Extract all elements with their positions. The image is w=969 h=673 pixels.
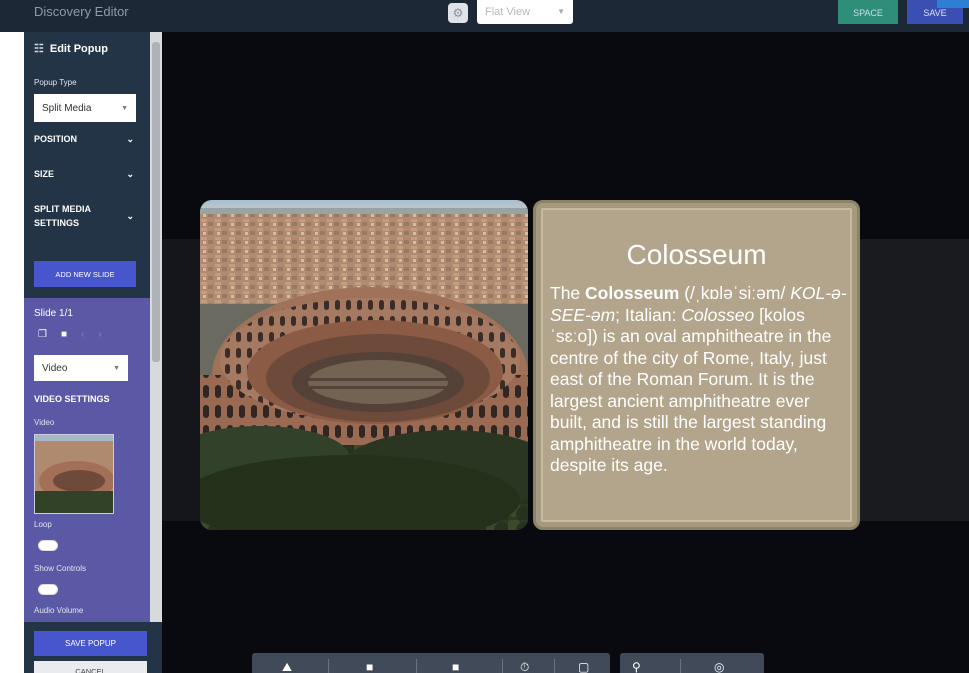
sidebar-heading: ☷ Edit Popup	[34, 42, 108, 56]
body-text-segment: [kolosˈsɛːo]) is an oval amphitheatre in…	[550, 304, 832, 476]
slide-counter: Slide 1/1	[34, 308, 73, 319]
slide-media-type-select[interactable]: Video ▼	[34, 355, 128, 381]
trash-icon[interactable]: ■	[61, 329, 67, 340]
backdrop-strip-left	[162, 239, 200, 521]
video-thumbnail-image	[35, 435, 113, 513]
section-split-media-label: SPLIT MEDIA SETTINGS	[34, 202, 91, 230]
space-button[interactable]: SPACE	[838, 0, 898, 24]
add-new-slide-button[interactable]: ADD NEW SLIDE	[34, 261, 136, 287]
video-thumbnail[interactable]	[34, 434, 114, 514]
square-media-icon[interactable]: ■	[366, 661, 373, 673]
save-popup-button[interactable]: SAVE POPUP	[34, 631, 147, 656]
chevron-down-icon: ⌄	[126, 169, 134, 179]
show-controls-label: Show Controls	[34, 564, 87, 573]
slide-media-type-value: Video	[42, 362, 68, 374]
scrollbar-thumb[interactable]	[152, 42, 160, 362]
section-position[interactable]: POSITION ⌄	[34, 132, 134, 146]
section-split-media-settings[interactable]: SPLIT MEDIA SETTINGS ⌄	[34, 202, 134, 230]
toolbar-divider	[554, 659, 555, 673]
chevron-down-icon: ⌄	[126, 134, 134, 144]
body-text-italian-name: Colosseo	[681, 304, 755, 325]
sidebar-title: Edit Popup	[49, 42, 108, 55]
corner-accent	[937, 0, 969, 8]
editor-canvas[interactable]: Colosseum The Colosseum (/ˌkɒləˈsiːəm/ K…	[162, 32, 969, 673]
popup-text-card[interactable]: Colosseum The Colosseum (/ˌkɒləˈsiːəm/ K…	[533, 200, 860, 530]
colosseum-video-frame	[200, 200, 528, 530]
chevron-left-icon[interactable]: ‹	[81, 329, 84, 340]
timer-icon[interactable]: ⏱	[520, 661, 529, 673]
popup-video-panel[interactable]	[200, 200, 528, 530]
edit-popup-sidebar: ☷ Edit Popup Popup Type Split Media ▼ PO…	[24, 32, 162, 673]
section-size-label: SIZE	[34, 169, 55, 179]
video-label: Video	[34, 418, 55, 427]
loop-toggle[interactable]	[38, 540, 58, 551]
copy-icon[interactable]: ❐	[38, 329, 47, 340]
section-split-media-line2: SETTINGS	[34, 218, 80, 228]
body-text-segment: ; Italian:	[615, 304, 682, 325]
chevron-down-icon: ▼	[557, 7, 565, 16]
toolbar-divider	[328, 659, 329, 673]
popup-type-value: Split Media	[42, 102, 92, 114]
settings-gear-icon[interactable]: ⚙	[448, 3, 468, 23]
slide-panel: Slide 1/1 ❐ ■ ‹ › Video ▼ VIDEO SETTINGS…	[24, 298, 150, 622]
hotspot-toolbar: ⚲ ◎	[620, 653, 764, 673]
app-title: Discovery Editor	[34, 4, 129, 19]
video-settings-heading: VIDEO SETTINGS	[34, 394, 110, 404]
cancel-button[interactable]: CANCEL	[34, 661, 147, 673]
top-bar: Discovery Editor ⚙ Flat View ▼ SPACE SAV…	[0, 0, 969, 32]
popup-body-text: The Colosseum (/ˌkɒləˈsiːəm/ KOL-ə-SEE-ə…	[550, 283, 850, 477]
body-text-bold-name: Colosseum	[585, 283, 680, 303]
square-text-icon[interactable]: ■	[452, 661, 459, 673]
popup-type-label: Popup Type	[34, 78, 77, 87]
body-text-segment: (/ˌkɒləˈsiːəm/	[679, 283, 791, 303]
sliders-icon: ☷	[34, 43, 44, 55]
toolbar-divider	[416, 659, 417, 673]
audio-volume-label: Audio Volume	[34, 606, 84, 615]
frame-icon[interactable]: ▢	[578, 661, 589, 673]
chevron-right-icon[interactable]: ›	[98, 329, 101, 340]
section-position-label: POSITION	[34, 134, 78, 144]
chevron-down-icon: ▼	[121, 104, 128, 112]
section-size[interactable]: SIZE ⌄	[34, 167, 134, 181]
slide-tools: ❐ ■ ‹ ›	[38, 329, 102, 340]
target-add-icon[interactable]: ◎	[714, 661, 724, 673]
popup-title: Colosseum	[626, 239, 767, 270]
sidebar-scrollbar[interactable]	[150, 32, 162, 622]
show-controls-toggle[interactable]	[38, 584, 58, 595]
backdrop-strip-right	[860, 239, 969, 521]
mountain-image-icon[interactable]: ⛰	[282, 661, 292, 673]
section-split-media-line1: SPLIT MEDIA	[34, 204, 92, 214]
loop-label: Loop	[34, 520, 52, 529]
toolbar-divider	[502, 659, 503, 673]
view-mode-value: Flat View	[485, 6, 531, 18]
content-toolbar: ⛰ ■ ■ ⏱ ▢	[252, 653, 610, 673]
toolbar-divider	[680, 659, 681, 673]
body-text-segment: The	[550, 283, 586, 303]
hotspot-pin-icon[interactable]: ⚲	[632, 661, 641, 673]
view-mode-select[interactable]: Flat View ▼	[477, 0, 573, 24]
chevron-down-icon: ⌄	[126, 211, 134, 221]
chevron-down-icon: ▼	[113, 364, 120, 372]
popup-type-select[interactable]: Split Media ▼	[34, 94, 136, 122]
